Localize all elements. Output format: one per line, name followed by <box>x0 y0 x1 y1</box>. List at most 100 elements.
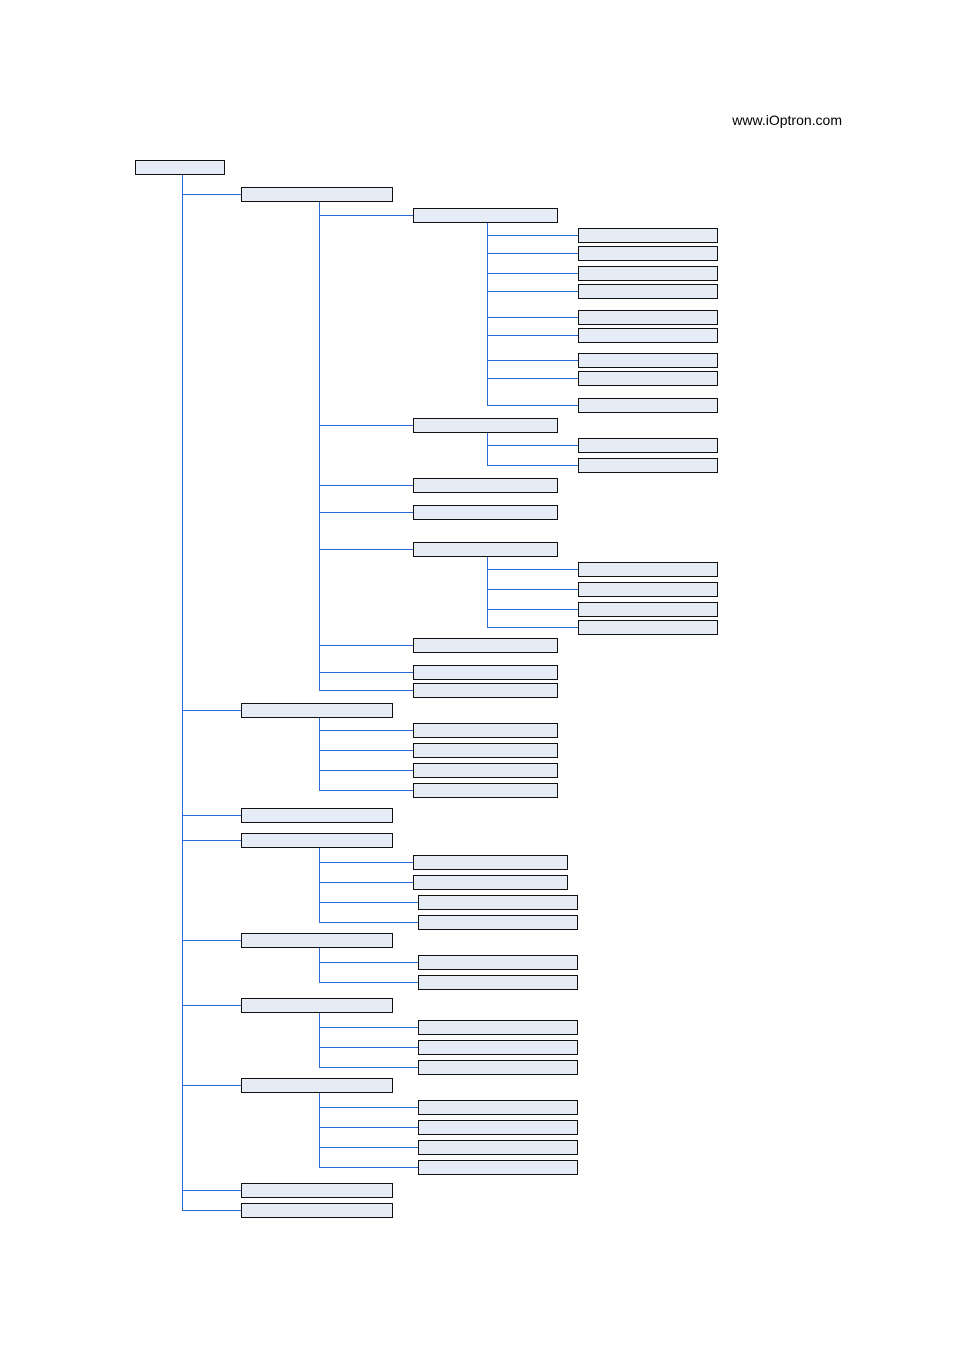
tree-node <box>241 1078 393 1093</box>
tree-node <box>241 833 393 848</box>
connector <box>487 445 578 446</box>
tree-node <box>578 458 718 473</box>
connector <box>319 1147 418 1148</box>
connector <box>319 1013 320 1067</box>
connector <box>182 194 241 195</box>
connector <box>487 557 488 627</box>
connector <box>319 1107 418 1108</box>
tree-node <box>413 638 558 653</box>
connector <box>182 710 241 711</box>
connector <box>319 1047 418 1048</box>
connector <box>319 718 320 790</box>
diagram-canvas <box>135 160 835 1210</box>
connector <box>319 750 413 751</box>
connector <box>319 512 413 513</box>
connector <box>487 273 578 274</box>
connector <box>487 335 578 336</box>
tree-node <box>413 855 568 870</box>
tree-node <box>241 703 393 718</box>
connector <box>182 940 241 941</box>
tree-node <box>418 1140 578 1155</box>
connector <box>487 253 578 254</box>
tree-node <box>241 1203 393 1218</box>
connector <box>319 902 418 903</box>
connector <box>319 922 418 923</box>
connector <box>487 405 578 406</box>
connector <box>319 882 413 883</box>
connector <box>487 627 578 628</box>
tree-node <box>413 478 558 493</box>
connector <box>319 1167 418 1168</box>
connector <box>182 175 183 1210</box>
connector <box>182 815 241 816</box>
tree-node <box>578 582 718 597</box>
connector <box>487 433 488 465</box>
tree-node <box>413 783 558 798</box>
tree-node <box>413 542 558 557</box>
connector <box>487 378 578 379</box>
connector <box>319 770 413 771</box>
connector <box>319 672 413 673</box>
connector <box>487 609 578 610</box>
connector <box>487 360 578 361</box>
connector <box>182 1005 241 1006</box>
connector <box>319 1127 418 1128</box>
connector <box>319 730 413 731</box>
tree-node <box>418 1040 578 1055</box>
connector <box>319 1027 418 1028</box>
tree-node <box>413 505 558 520</box>
tree-node <box>418 1020 578 1035</box>
tree-node <box>413 418 558 433</box>
tree-node <box>241 808 393 823</box>
connector <box>487 291 578 292</box>
connector <box>319 1093 320 1167</box>
tree-node <box>578 328 718 343</box>
tree-node <box>413 723 558 738</box>
tree-node <box>241 998 393 1013</box>
tree-node <box>578 246 718 261</box>
tree-node <box>413 208 558 223</box>
tree-node <box>413 743 558 758</box>
connector <box>319 790 413 791</box>
tree-node <box>135 160 225 175</box>
tree-node <box>413 665 558 680</box>
tree-node <box>578 266 718 281</box>
tree-node <box>418 975 578 990</box>
tree-node <box>578 228 718 243</box>
connector <box>182 1190 241 1191</box>
tree-node <box>241 1183 393 1198</box>
tree-node <box>418 895 578 910</box>
tree-node <box>578 284 718 299</box>
tree-node <box>418 1060 578 1075</box>
tree-node <box>578 562 718 577</box>
tree-node <box>413 875 568 890</box>
header-url: www.iOptron.com <box>732 112 842 128</box>
tree-node <box>418 915 578 930</box>
connector <box>319 848 320 922</box>
tree-node <box>578 353 718 368</box>
connector <box>319 425 413 426</box>
tree-node <box>413 683 558 698</box>
connector <box>319 485 413 486</box>
connector <box>319 645 413 646</box>
connector <box>319 690 413 691</box>
connector <box>487 465 578 466</box>
connector <box>319 982 418 983</box>
connector <box>319 948 320 982</box>
connector <box>319 549 413 550</box>
tree-node <box>578 310 718 325</box>
connector <box>319 1067 418 1068</box>
tree-node <box>578 438 718 453</box>
connector <box>487 317 578 318</box>
tree-node <box>418 1160 578 1175</box>
tree-node <box>578 398 718 413</box>
tree-node <box>578 371 718 386</box>
tree-node <box>418 1100 578 1115</box>
tree-node <box>241 933 393 948</box>
tree-node <box>241 187 393 202</box>
connector <box>487 235 578 236</box>
tree-node <box>418 955 578 970</box>
tree-node <box>413 763 558 778</box>
connector <box>319 962 418 963</box>
connector <box>319 215 413 216</box>
